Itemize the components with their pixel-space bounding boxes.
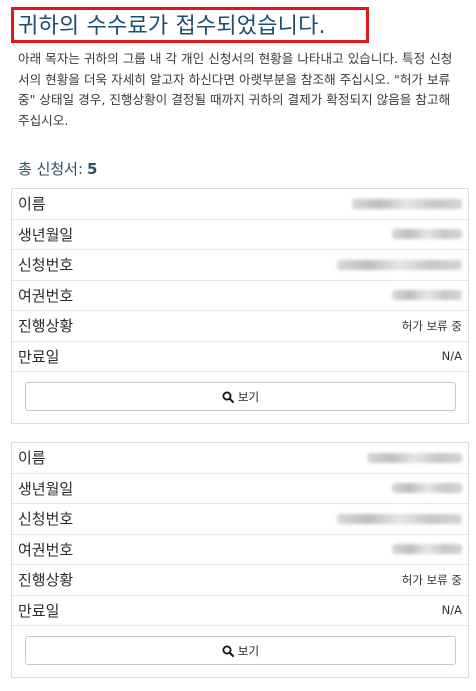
page-title: 귀하의 수수료가 접수되었습니다.	[18, 14, 326, 39]
application-number-row: 신청번호	[12, 504, 468, 535]
expiry-value: N/A	[441, 349, 462, 364]
expiry-label: 만료일	[18, 347, 60, 366]
status-value: 허가 보류 중	[401, 572, 462, 587]
view-button-label: 보기	[237, 389, 260, 404]
name-value-redacted	[367, 452, 462, 463]
application-card: 이름 생년월일 신청번호 여권번호 진행상황 허가 보류 중 만료일 N/A 보…	[11, 188, 469, 424]
name-row: 이름	[12, 443, 468, 474]
expiry-label: 만료일	[18, 601, 60, 620]
passport-number-redacted	[392, 290, 462, 301]
application-number-label: 신청번호	[18, 256, 74, 275]
view-button[interactable]: 보기	[25, 382, 456, 411]
application-number-redacted	[337, 513, 462, 524]
name-label: 이름	[18, 449, 46, 468]
application-number-row: 신청번호	[12, 250, 468, 281]
name-row: 이름	[12, 189, 468, 220]
application-number-redacted	[337, 259, 462, 270]
passport-number-redacted	[392, 544, 462, 555]
dob-label: 생년월일	[18, 225, 74, 244]
name-label: 이름	[18, 195, 46, 214]
name-value-redacted	[352, 198, 462, 209]
dob-label: 생년월일	[18, 479, 74, 498]
intro-text: 아래 목자는 귀하의 그룹 내 각 개인 신청서의 현황을 나타내고 있습니다.…	[18, 51, 453, 128]
dob-value-redacted	[392, 483, 462, 494]
status-label: 진행상황	[18, 571, 74, 590]
total-applications: 총 신청서: 5	[18, 158, 97, 179]
search-icon	[222, 645, 234, 657]
status-row: 진행상황 허가 보류 중	[12, 311, 468, 342]
expiry-value: N/A	[441, 603, 462, 618]
status-label: 진행상황	[18, 317, 74, 336]
passport-number-label: 여권번호	[18, 540, 74, 559]
total-label: 총 신청서:	[18, 160, 84, 178]
expiry-row: 만료일 N/A	[12, 342, 468, 372]
view-button-wrap: 보기	[12, 372, 468, 423]
expiry-row: 만료일 N/A	[12, 596, 468, 626]
view-button-label: 보기	[237, 643, 260, 658]
application-number-label: 신청번호	[18, 510, 74, 529]
view-button[interactable]: 보기	[25, 636, 456, 665]
status-row: 진행상황 허가 보류 중	[12, 565, 468, 596]
passport-number-label: 여권번호	[18, 286, 74, 305]
application-card: 이름 생년월일 신청번호 여권번호 진행상황 허가 보류 중 만료일 N/A 보…	[11, 442, 469, 678]
status-value: 허가 보류 중	[401, 318, 462, 333]
passport-number-row: 여권번호	[12, 535, 468, 565]
search-icon	[222, 391, 234, 403]
dob-row: 생년월일	[12, 220, 468, 250]
dob-row: 생년월일	[12, 474, 468, 504]
total-count: 5	[87, 160, 98, 178]
view-button-wrap: 보기	[12, 626, 468, 677]
dob-value-redacted	[392, 229, 462, 240]
passport-number-row: 여권번호	[12, 281, 468, 311]
